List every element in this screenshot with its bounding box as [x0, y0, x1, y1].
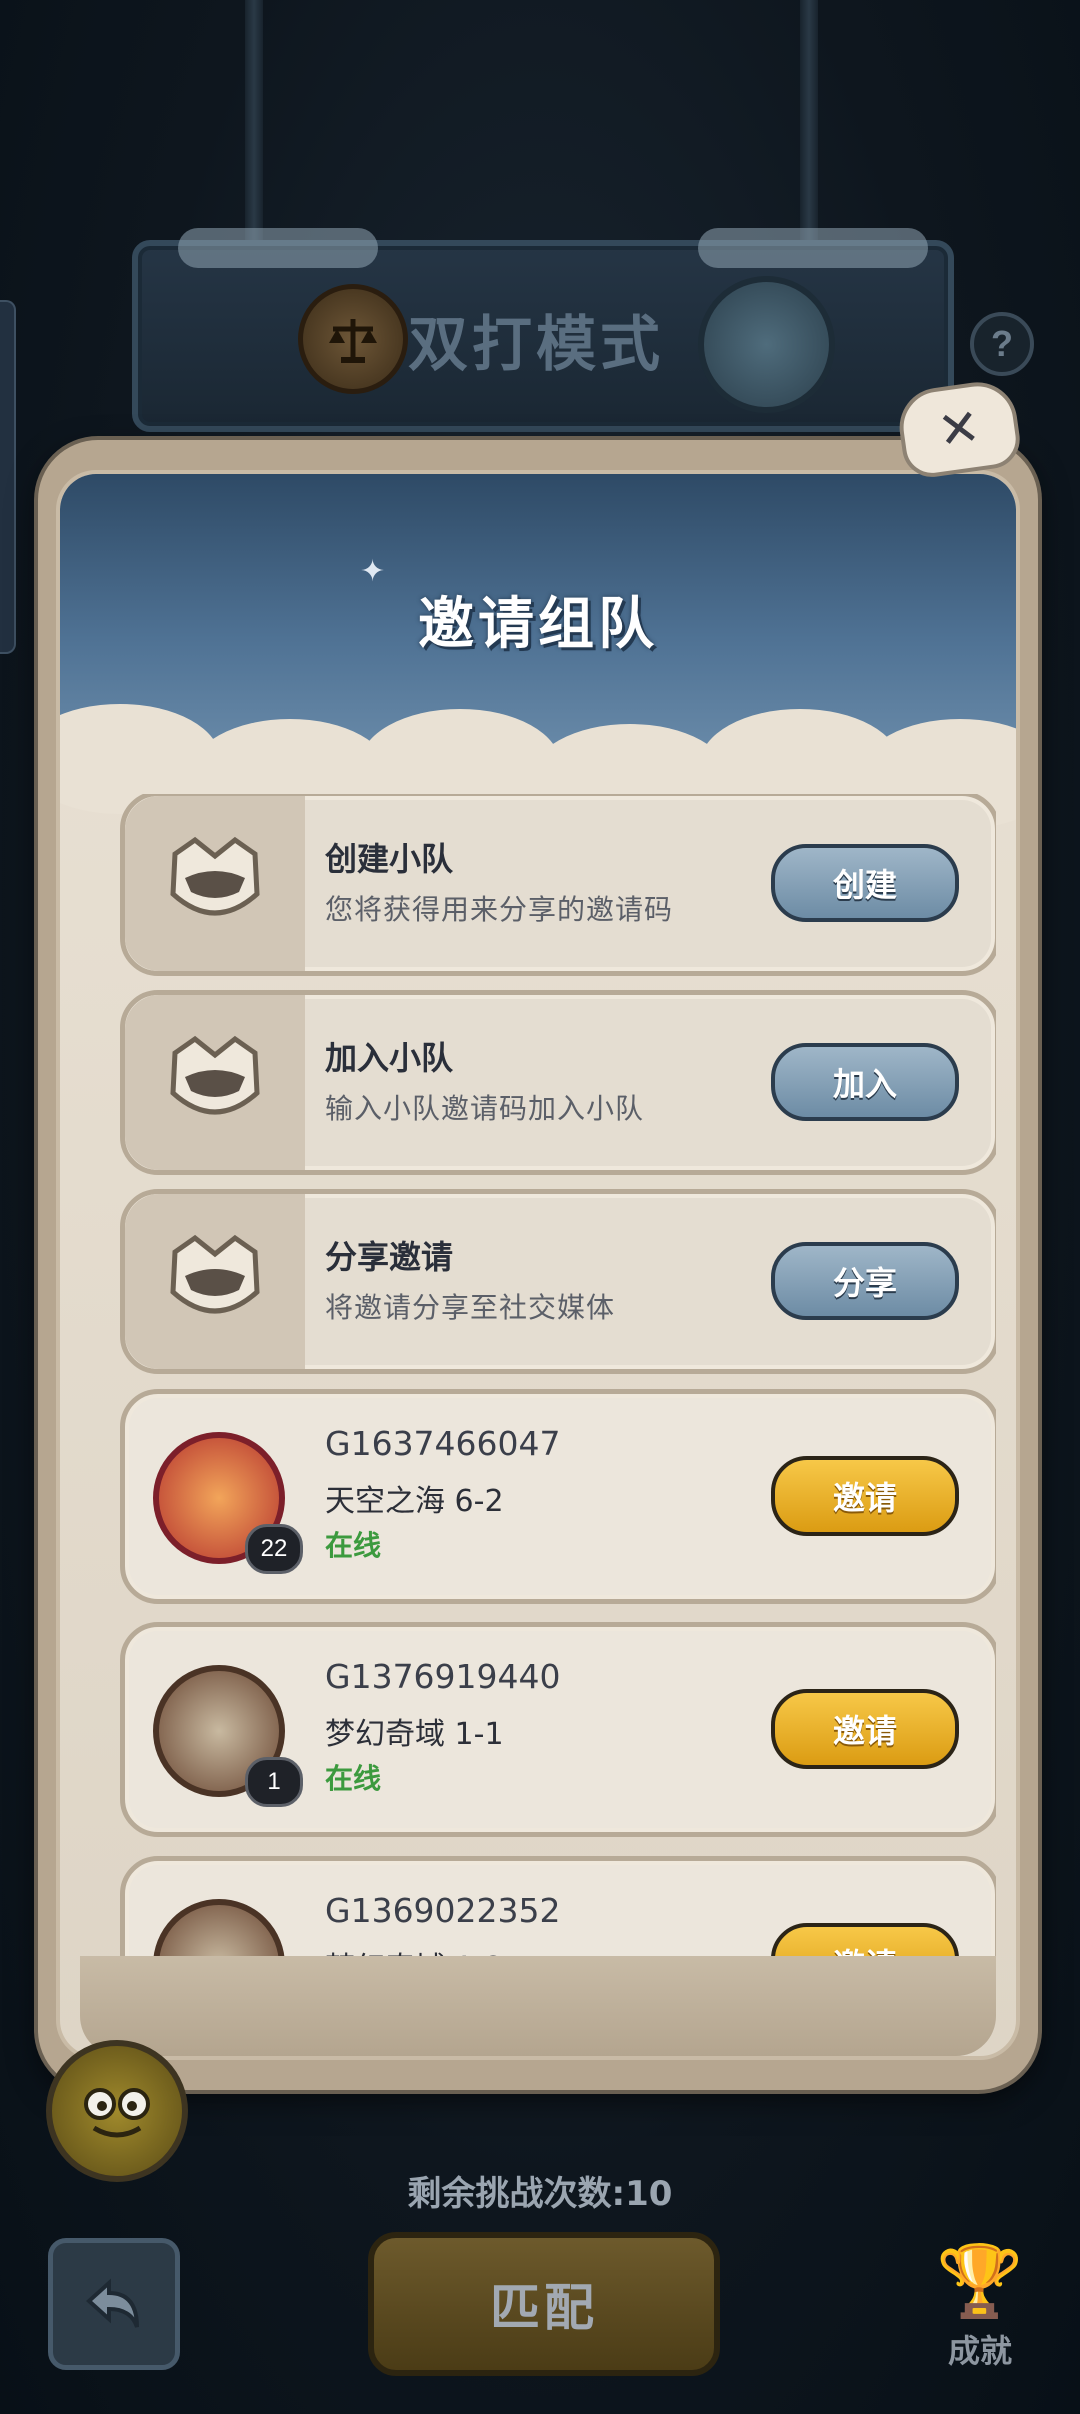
team-mask-icon	[170, 1234, 260, 1314]
help-button[interactable]: ?	[970, 312, 1034, 376]
dialog-bottom-scroll	[80, 1956, 996, 2056]
remaining-challenges: 剩余挑战次数:10	[407, 2174, 673, 2214]
dialog-title: 邀请组队	[418, 592, 658, 657]
create-button[interactable]: 创建	[771, 844, 959, 922]
team-mask-icon	[170, 836, 260, 916]
share-invite-row: 分享邀请 将邀请分享至社交媒体 分享	[120, 1189, 996, 1374]
trophy-icon: 🏆	[936, 2242, 1024, 2320]
side-edge-tab	[0, 300, 16, 654]
invite-list[interactable]: 创建小队 您将获得用来分享的邀请码 创建 加入小队 输入小队邀请码加入小队 加入	[80, 794, 996, 1966]
player-row: G1369022352 梦幻奇域 1-2 邀请	[120, 1856, 996, 1966]
player-stage: 天空之海 6-2	[325, 1484, 504, 1519]
dialog-sky-header: ✦ 邀请组队	[60, 474, 1016, 834]
match-button[interactable]: 匹配	[368, 2232, 720, 2376]
row-subtitle: 输入小队邀请码加入小队	[325, 1092, 645, 1125]
invite-team-dialog: ✦ 邀请组队 创建小队 您将获得用来分享的邀请码 创建 加入小队 输入小队邀请码…	[38, 440, 1038, 2090]
mode-title: 双打模式	[408, 310, 664, 380]
create-team-row: 创建小队 您将获得用来分享的邀请码 创建	[120, 794, 996, 976]
row-subtitle: 将邀请分享至社交媒体	[325, 1291, 616, 1324]
achievement-label: 成就	[947, 2332, 1012, 2370]
row-title: 创建小队	[325, 840, 454, 878]
player-id: G1376919440	[325, 1657, 561, 1696]
level-badge: 1	[245, 1757, 303, 1807]
online-status: 在线	[325, 1762, 382, 1795]
player-row: 22 G1637466047 天空之海 6-2 在线 邀请	[120, 1389, 996, 1604]
row-title: 加入小队	[325, 1039, 454, 1077]
mode-emblem-icon	[698, 276, 835, 413]
level-badge: 22	[245, 1524, 303, 1574]
hanging-rope-left	[245, 0, 263, 250]
scale-icon	[298, 284, 408, 394]
player-id: G1369022352	[325, 1891, 561, 1930]
online-status: 在线	[325, 1529, 382, 1562]
hanging-rope-right	[800, 0, 818, 250]
row-title: 分享邀请	[325, 1238, 454, 1276]
row-subtitle: 您将获得用来分享的邀请码	[325, 893, 674, 926]
join-button[interactable]: 加入	[771, 1043, 959, 1121]
join-team-row: 加入小队 输入小队邀请码加入小队 加入	[120, 990, 996, 1175]
mode-sign: 双打模式	[132, 228, 954, 432]
back-arrow-icon[interactable]	[48, 2238, 180, 2370]
share-button[interactable]: 分享	[771, 1242, 959, 1320]
achievement-button[interactable]: 🏆 成就	[920, 2236, 1040, 2386]
invite-button[interactable]: 邀请	[771, 1689, 959, 1769]
player-stage: 梦幻奇域 1-1	[325, 1717, 504, 1752]
team-mask-icon	[170, 1035, 260, 1115]
invite-button[interactable]: 邀请	[771, 1456, 959, 1536]
player-id: G1637466047	[325, 1424, 561, 1463]
player-row: 1 G1376919440 梦幻奇域 1-1 在线 邀请	[120, 1622, 996, 1837]
character-face-icon[interactable]	[46, 2040, 188, 2182]
